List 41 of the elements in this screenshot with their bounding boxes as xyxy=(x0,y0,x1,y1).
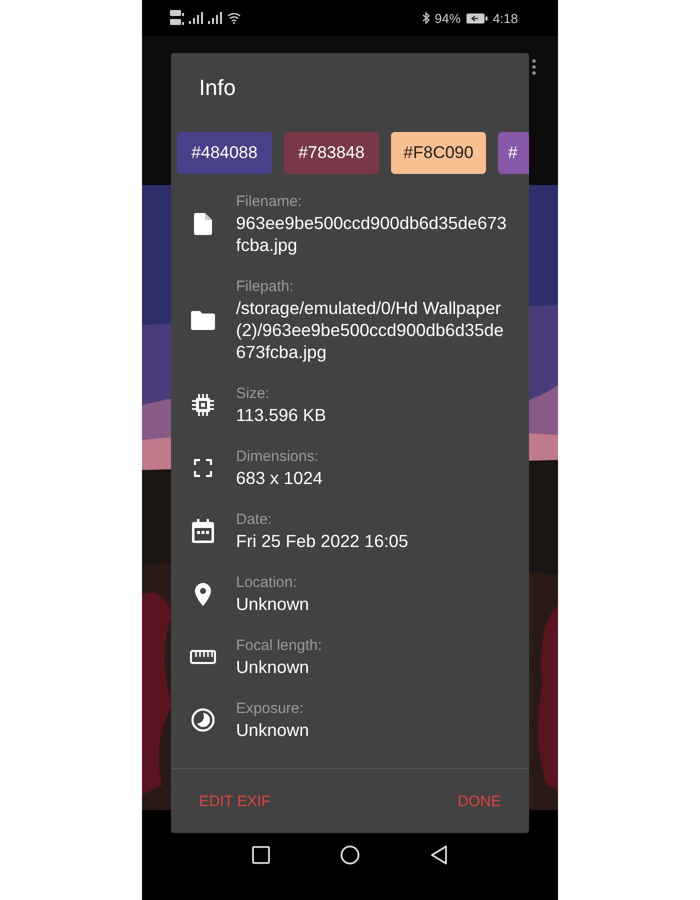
field-value: 963ee9be500ccd900db6d35de673fcba.jpg xyxy=(236,212,508,256)
folder-icon xyxy=(191,310,215,330)
recents-icon[interactable] xyxy=(252,846,270,864)
dialog-title: Info xyxy=(198,74,237,102)
field-label: Size: xyxy=(236,384,270,404)
field-value: 113.596 KB xyxy=(236,404,328,426)
field-value: /storage/emulated/0/Hd Wallpaper (2)/963ee9be500ccd900db6d35de673fcba.jpg xyxy=(236,297,505,363)
signal-icon xyxy=(189,12,203,24)
file-icon xyxy=(194,213,212,235)
field-value: 683 x 1024 xyxy=(236,467,324,489)
field-value: Unknown xyxy=(236,656,310,678)
field-label: Filepath: xyxy=(236,277,295,297)
color-swatch[interactable]: # xyxy=(498,132,529,174)
battery-icon xyxy=(466,12,488,24)
field-label: Location: xyxy=(236,573,298,593)
battery-percent: 94% xyxy=(434,10,461,26)
back-icon[interactable] xyxy=(430,845,448,865)
more-icon[interactable] xyxy=(532,58,536,76)
calendar-icon xyxy=(192,519,214,543)
location-pin-icon xyxy=(195,582,211,606)
volte-icon xyxy=(170,9,184,27)
ruler-icon xyxy=(190,650,216,664)
chip-icon xyxy=(192,394,214,416)
field-value: Unknown xyxy=(236,593,310,615)
color-swatch[interactable]: #484088 xyxy=(177,132,272,174)
clock: 4:18 xyxy=(492,10,518,26)
home-icon[interactable] xyxy=(340,845,360,865)
fullscreen-icon xyxy=(194,459,212,477)
field-label: Focal length: xyxy=(236,636,323,656)
field-label: Date: xyxy=(236,510,273,530)
exposure-icon xyxy=(191,708,215,732)
field-value: Fri 25 Feb 2022 16:05 xyxy=(236,530,410,552)
bluetooth-icon xyxy=(422,12,430,24)
color-swatch[interactable]: #F8C090 xyxy=(391,132,486,174)
wifi-icon xyxy=(227,12,241,24)
field-label: Dimensions: xyxy=(236,447,320,467)
field-label: Filename: xyxy=(236,192,303,212)
color-swatch[interactable]: #783848 xyxy=(284,132,379,174)
field-label: Exposure: xyxy=(236,699,305,719)
signal-icon xyxy=(208,12,222,24)
field-value: Unknown xyxy=(236,719,310,741)
